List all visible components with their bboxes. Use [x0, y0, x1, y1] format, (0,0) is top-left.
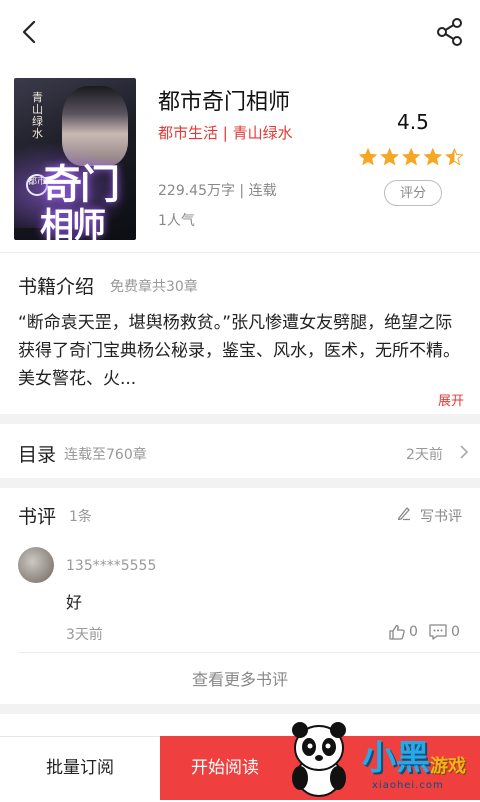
section-gap: [0, 704, 480, 714]
toc-updated: 2天前: [406, 447, 443, 463]
avatar[interactable]: [18, 547, 54, 583]
book-genre-author[interactable]: 都市生活 | 青山绿水: [158, 122, 293, 143]
toc-heading[interactable]: 目录: [18, 440, 56, 467]
star-icon: [380, 148, 399, 166]
intro-text: “断命袁天罡，堪舆杨救贫。”张凡惨遭女友劈腿，绝望之际获得了奇门宝典杨公秘录，鉴…: [18, 313, 460, 389]
top-bar: [0, 0, 480, 64]
back-icon[interactable]: [14, 16, 46, 48]
book-title: 都市奇门相师: [158, 90, 291, 115]
comment-count: 0: [451, 624, 460, 640]
star-icon: [423, 148, 443, 166]
write-review-button[interactable]: 写书评: [420, 506, 462, 526]
like-count: 0: [409, 624, 418, 640]
intro-heading: 书籍介绍: [18, 276, 95, 298]
review-time: 3天前: [66, 627, 103, 643]
divider: [0, 252, 480, 253]
review-user: 135****5555: [66, 558, 157, 574]
star-icon: [401, 148, 421, 166]
expand-button[interactable]: 展开: [438, 390, 464, 409]
rating-score: 4.5: [397, 110, 429, 134]
star-icon: [445, 148, 464, 166]
panda-logo-icon: [288, 720, 350, 798]
reviews-heading: 书评: [18, 506, 57, 528]
cover-publisher: 青山绿水: [32, 91, 43, 140]
free-chapters: 免费章共30章: [110, 279, 198, 295]
watermark-url: xiaohei.com: [372, 780, 444, 791]
watermark-text-2: 游戏: [430, 756, 466, 777]
book-cover[interactable]: 青山绿水 都市 奇门 相师: [14, 78, 136, 240]
comment-icon[interactable]: [428, 623, 448, 641]
word-count-status: 229.45万字 | 连载: [158, 183, 277, 199]
cover-title-line2: 相师: [40, 206, 106, 240]
rate-button[interactable]: 评分: [384, 180, 442, 206]
review-text: 好: [66, 593, 83, 612]
share-icon[interactable]: [434, 16, 466, 48]
section-gap: [0, 414, 480, 424]
bulk-subscribe-button[interactable]: 批量订阅: [0, 736, 160, 800]
chevron-right-icon[interactable]: [458, 444, 470, 460]
divider: [18, 652, 480, 653]
pen-icon[interactable]: [396, 505, 412, 521]
star-icon: [359, 148, 378, 166]
reviews-count: 1条: [69, 509, 92, 525]
section-gap: [0, 478, 480, 488]
watermark-text: 小黑: [362, 738, 430, 778]
toc-status: 连载至760章: [64, 447, 147, 463]
start-reading-label: 开始阅读: [191, 758, 259, 778]
popularity: 1人气: [158, 213, 195, 229]
star-rating: [359, 148, 464, 166]
thumbs-up-icon[interactable]: [388, 623, 406, 641]
more-reviews-button[interactable]: 查看更多书评: [0, 666, 480, 690]
